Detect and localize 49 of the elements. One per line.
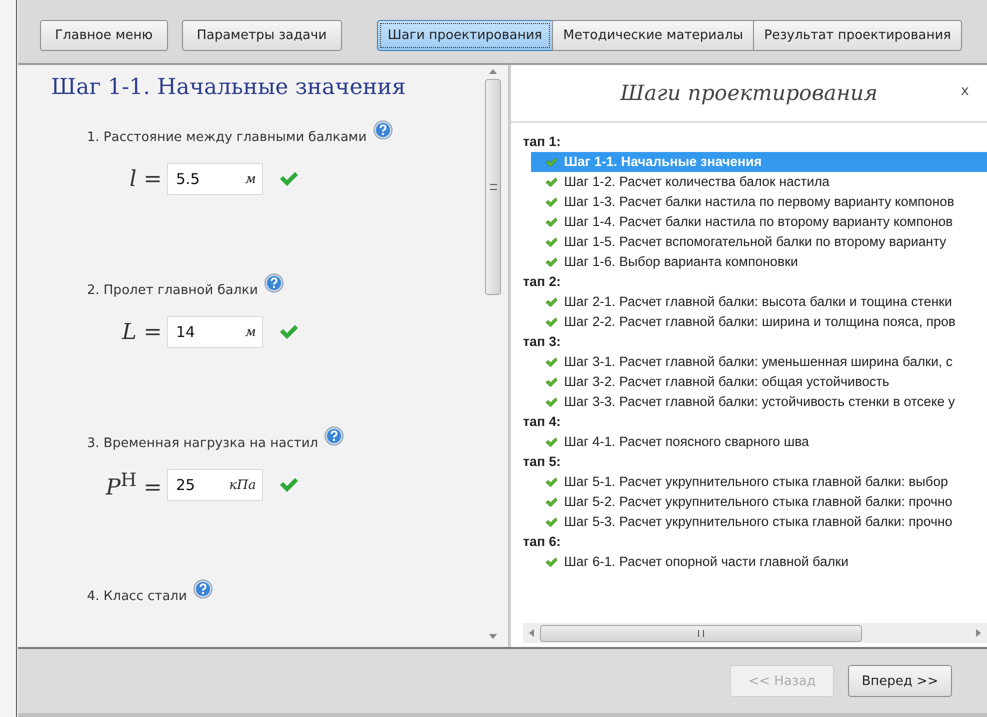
step-item[interactable]: Шаг 2-1. Расчет главной балки: высота балки и тощина стенки — [531, 292, 987, 312]
scroll-left-icon[interactable] — [529, 629, 534, 637]
step-item[interactable]: Шаг 6-1. Расчет опорной части главной балки — [531, 552, 987, 572]
step-item[interactable]: Шаг 5-1. Расчет укрупнительного стыка главной балки: выбор — [531, 472, 987, 492]
step-item[interactable]: Шаг 3-3. Расчет главной балки: устойчивость стенки в отсеке у — [531, 392, 987, 412]
stage-label: тап 3: — [523, 333, 562, 351]
stage-label: тап 2: — [523, 273, 562, 291]
help-icon[interactable] — [372, 120, 393, 140]
step-item[interactable]: Шаг 1-4. Расчет балки настила по второму варианту компонов — [531, 212, 987, 232]
scroll-down-icon[interactable] — [489, 634, 497, 639]
help-icon[interactable] — [192, 579, 213, 599]
toolbar-button[interactable]: Параметры задачи — [182, 20, 342, 51]
step-item[interactable]: Шаг 3-2. Расчет главной балки: общая устойчивость — [531, 372, 987, 392]
step-item[interactable]: Шаг 3-1. Расчет главной балки: уменьшенная ширина балки, с — [531, 352, 987, 372]
input-field[interactable]: 14 м — [167, 316, 263, 348]
scroll-right-icon[interactable] — [976, 629, 981, 637]
step-item[interactable]: Шаг 1-5. Расчет вспомогательной балки по второму варианту — [531, 232, 987, 252]
parameter-label: 1. Расстояние между главными балками — [87, 130, 367, 145]
close-button[interactable]: x — [960, 83, 969, 99]
step-item[interactable]: Шаг 5-2. Расчет укрупнительного стыка главной балки: прочно — [531, 492, 987, 512]
scroll-up-icon[interactable] — [489, 69, 497, 74]
horizontal-scrollbar[interactable] — [523, 623, 987, 643]
parameter-label: 2. Пролет главной балки — [87, 283, 258, 298]
navigation-button[interactable]: Вперед >> — [848, 665, 952, 697]
parameter-label: 4. Класс стали — [87, 589, 187, 604]
step-item[interactable]: Шаг 4-1. Расчет поясного сварного шва — [531, 432, 987, 452]
step-item[interactable]: Шаг 2-2. Расчет главной балки: ширина и толщина пояса, пров — [531, 312, 987, 332]
stage-label: тап 1: — [523, 133, 562, 151]
panel-title: Шаги проектирования — [620, 81, 878, 105]
step-item[interactable]: Шаг 1-3. Расчет балки настила по первому варианту компонов — [531, 192, 987, 212]
formula-symbol: L = — [120, 320, 163, 344]
help-icon[interactable] — [324, 426, 344, 446]
step-item[interactable]: Шаг 1-6. Выбор варианта компоновки — [531, 252, 987, 272]
tab[interactable]: Результат проектирования — [753, 20, 962, 51]
input-field[interactable]: 25 кПа — [167, 469, 263, 501]
stage-label: тап 6: — [523, 533, 562, 551]
help-icon[interactable] — [264, 273, 284, 293]
parameter-label: 3. Временная нагрузка на настил — [87, 436, 318, 451]
tab[interactable]: Методические материалы — [552, 20, 754, 51]
step-title: Шаг 1-1. Начальные значения — [51, 75, 407, 100]
step-item[interactable]: Шаг 5-3. Расчет укрупнительного стыка главной балки: прочно — [531, 512, 987, 532]
input-field[interactable]: 5.5 м — [167, 163, 263, 195]
step-item[interactable]: Шаг 1-2. Расчет количества балок настила — [531, 172, 987, 192]
formula-symbol: P$^{H}$ = — [104, 470, 163, 500]
stage-label: тап 5: — [523, 453, 562, 471]
toolbar-button[interactable]: Главное меню — [40, 20, 168, 51]
tab[interactable]: Шаги проектирования — [376, 20, 554, 51]
formula-symbol: l = — [128, 166, 163, 192]
stage-label: тап 4: — [523, 413, 562, 431]
